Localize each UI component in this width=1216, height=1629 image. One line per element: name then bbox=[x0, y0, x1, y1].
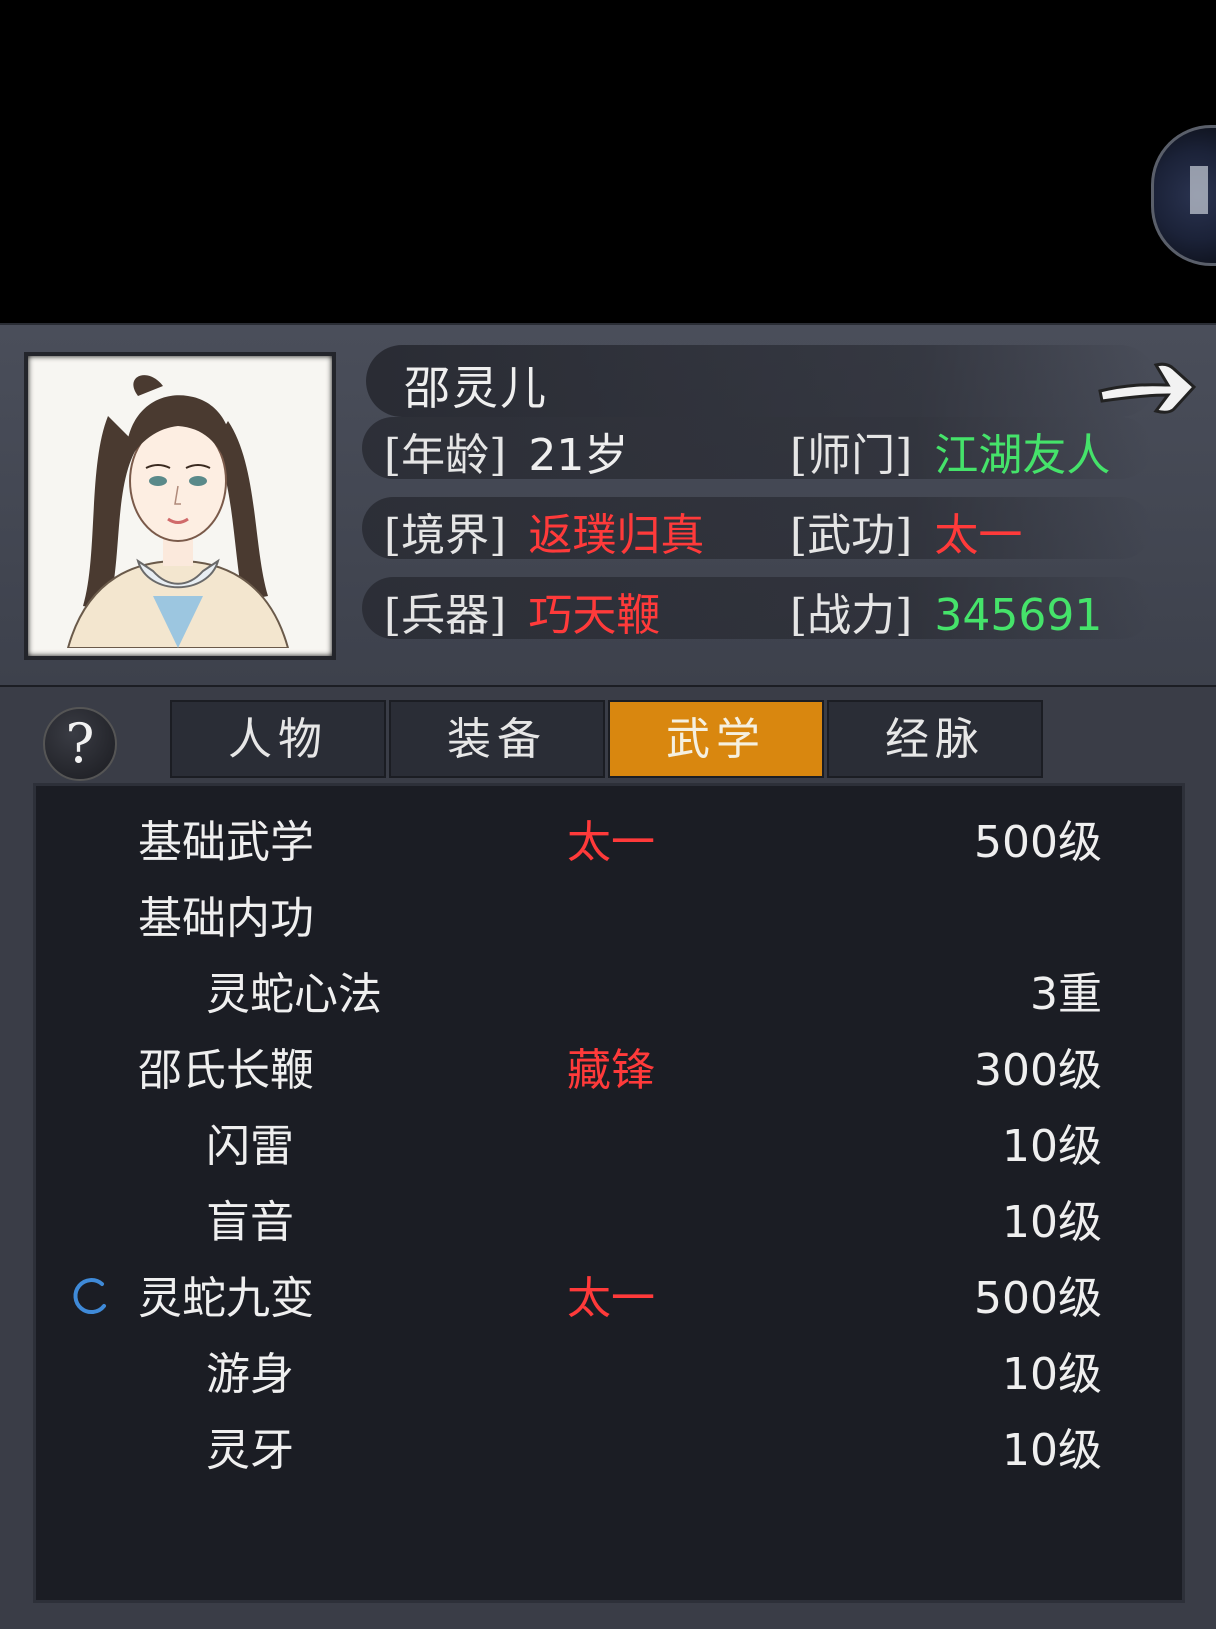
list-item[interactable]: 灵牙 10级 bbox=[36, 1414, 1188, 1484]
skill-stage: 藏锋 bbox=[567, 1045, 655, 1096]
skill-name: 灵牙 bbox=[206, 1425, 294, 1476]
attr-weapon: [兵器] 巧天鞭 bbox=[384, 579, 660, 643]
help-icon[interactable]: ? bbox=[43, 707, 117, 781]
character-portrait bbox=[24, 352, 336, 660]
tab-martial-arts[interactable]: 武学 bbox=[608, 700, 824, 778]
attr-sect: [师门] 江湖友人 bbox=[790, 419, 1110, 483]
list-item[interactable]: 基础武学 太一 500级 bbox=[36, 806, 1188, 876]
arrow-right-icon[interactable] bbox=[1094, 351, 1198, 423]
top-blank-area bbox=[0, 0, 1216, 323]
list-item[interactable]: 基础内功 bbox=[36, 882, 1188, 952]
skill-level: 500级 bbox=[974, 1273, 1102, 1324]
skill-stage: 太一 bbox=[567, 1273, 655, 1324]
skill-name: 灵蛇九变 bbox=[138, 1273, 314, 1324]
attr-value: 江湖友人 bbox=[934, 430, 1111, 481]
skill-level: 10级 bbox=[1002, 1349, 1102, 1400]
skill-level: 10级 bbox=[1002, 1197, 1102, 1248]
skill-list: 基础武学 太一 500级 基础内功 灵蛇心法 3重 邵氏长鞭 藏锋 300级 闪… bbox=[33, 783, 1185, 1603]
attr-label: [师门] bbox=[790, 430, 913, 481]
character-name: 邵灵儿 bbox=[404, 361, 548, 415]
skill-name: 基础内功 bbox=[138, 893, 314, 944]
attr-age: [年龄] 21岁 bbox=[384, 419, 628, 483]
skill-level: 500级 bbox=[974, 817, 1102, 868]
loading-spinner-icon bbox=[73, 1278, 106, 1315]
skill-level: 10级 bbox=[1002, 1425, 1102, 1476]
attr-combat-power: [战力] 345691 bbox=[790, 579, 1102, 643]
skill-name: 邵氏长鞭 bbox=[138, 1045, 314, 1096]
attr-label: [战力] bbox=[790, 590, 913, 641]
skill-stage: 太一 bbox=[567, 817, 655, 868]
attr-value: 21岁 bbox=[528, 430, 629, 481]
list-item[interactable]: 邵氏长鞭 藏锋 300级 bbox=[36, 1034, 1188, 1104]
list-item[interactable]: 闪雷 10级 bbox=[36, 1110, 1188, 1180]
list-item[interactable]: 灵蛇九变 太一 500级 bbox=[36, 1262, 1188, 1332]
tab-character[interactable]: 人物 bbox=[170, 700, 386, 778]
skill-level: 10级 bbox=[1002, 1121, 1102, 1172]
skill-level: 3重 bbox=[1030, 969, 1102, 1020]
skill-level: 300级 bbox=[974, 1045, 1102, 1096]
list-item[interactable]: 盲音 10级 bbox=[36, 1186, 1188, 1256]
list-item[interactable]: 灵蛇心法 3重 bbox=[36, 958, 1188, 1028]
attr-martial-art: [武功] 太一 bbox=[790, 499, 1022, 563]
character-profile-panel: 邵灵儿 [年龄] 21岁 [师门] 江湖友人 [境界] 返璞归真 [武功] 太一 [兵器… bbox=[0, 323, 1216, 689]
tab-equipment[interactable]: 装备 bbox=[389, 700, 605, 778]
skill-name: 游身 bbox=[206, 1349, 294, 1400]
attr-label: [境界] bbox=[384, 510, 507, 561]
attr-label: [武功] bbox=[790, 510, 913, 561]
attr-realm: [境界] 返璞归真 bbox=[384, 499, 704, 563]
attr-value: 巧天鞭 bbox=[528, 590, 661, 641]
skill-name: 基础武学 bbox=[138, 817, 314, 868]
attr-value: 345691 bbox=[934, 590, 1103, 641]
list-item[interactable]: 游身 10级 bbox=[36, 1338, 1188, 1408]
attr-label: [兵器] bbox=[384, 590, 507, 641]
attr-value: 返璞归真 bbox=[528, 510, 705, 561]
skill-name: 灵蛇心法 bbox=[206, 969, 382, 1020]
skill-name: 盲音 bbox=[206, 1197, 294, 1248]
tab-meridians[interactable]: 经脉 bbox=[827, 700, 1043, 778]
skill-name: 闪雷 bbox=[206, 1121, 294, 1172]
attr-value: 太一 bbox=[934, 510, 1023, 561]
attr-label: [年龄] bbox=[384, 430, 507, 481]
